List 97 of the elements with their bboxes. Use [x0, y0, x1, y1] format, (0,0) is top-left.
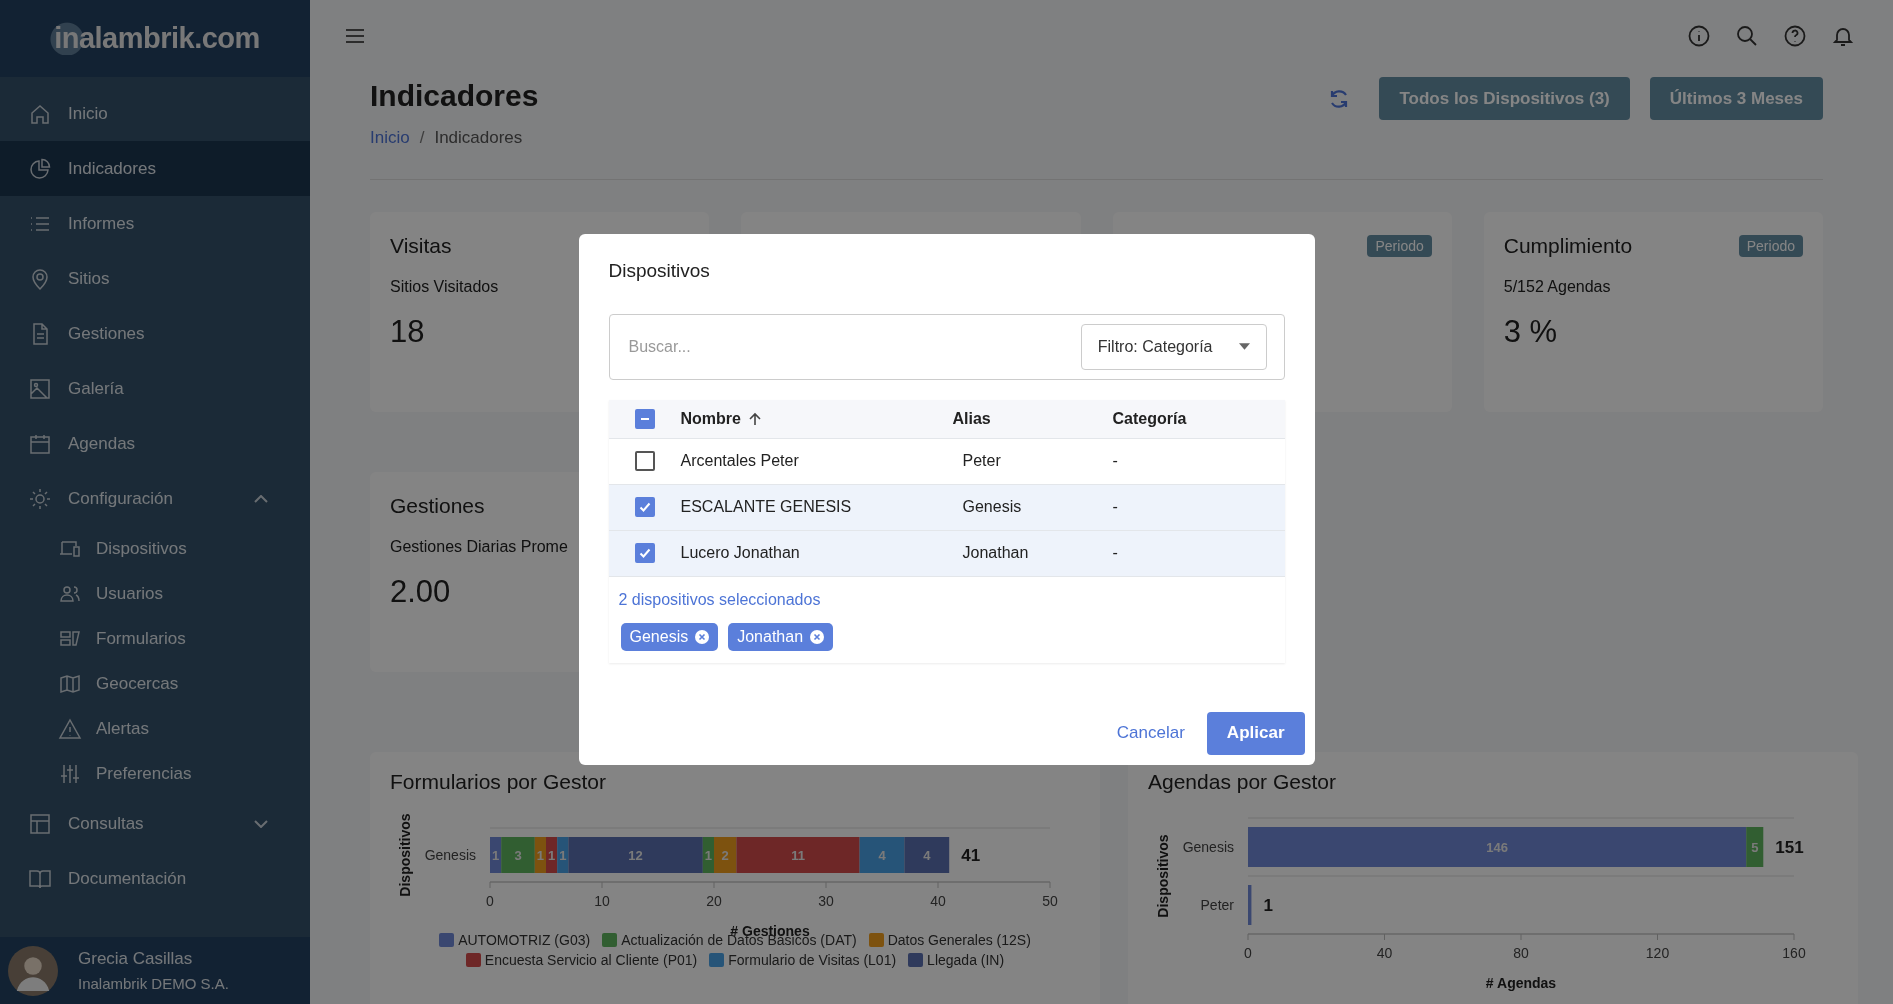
segment-value-label: 2 — [721, 848, 729, 863]
nav-subitem[interactable]: Formularios — [0, 616, 310, 661]
axis-tick-label: 10 — [594, 893, 610, 909]
axis-tick-label: 20 — [706, 893, 722, 909]
segment-value-label: 3 — [514, 848, 522, 863]
segment-value-label: 1 — [559, 848, 567, 863]
filter-button[interactable]: Últimos 3 Meses — [1649, 77, 1823, 120]
total-label: 41 — [961, 846, 981, 865]
axis-tick-label: 0 — [1244, 945, 1252, 961]
category-label: Genesis — [1182, 839, 1234, 855]
axis-tick-label: 80 — [1513, 945, 1529, 961]
segment-value-label: 1 — [704, 848, 712, 863]
filter-button[interactable]: Todos los Dispositivos (3) — [1379, 77, 1630, 120]
table-cell: Arcentales Peter — [680, 452, 799, 469]
user-name: Grecia Casillas — [78, 949, 194, 969]
nav-subitem[interactable]: Alertas — [0, 706, 310, 751]
y-axis-title: Dispositivos — [1155, 834, 1171, 918]
axis-tick-label: 50 — [1042, 893, 1058, 909]
apply-button[interactable]: Aplicar — [1206, 711, 1305, 755]
axis-tick-label: 120 — [1645, 945, 1670, 961]
table-cell: Jonathan — [962, 544, 1029, 561]
category-label: Genesis — [424, 847, 476, 863]
table-cell: Lucero Jonathan — [680, 544, 800, 561]
axis-tick-label: 40 — [930, 893, 946, 909]
card-value: 3 % — [1503, 314, 1558, 350]
column-header[interactable]: Alias — [952, 409, 991, 428]
table-cell: - — [1112, 452, 1118, 469]
chart-title: Formularios por Gestor — [390, 770, 607, 794]
device-chip[interactable]: Genesis — [620, 622, 719, 651]
legend-label[interactable]: Datos Generales (12S) — [887, 932, 1031, 948]
axis-tick-label: 30 — [818, 893, 834, 909]
table-row[interactable]: ESCALANTE GENESIS Genesis - — [608, 484, 1285, 531]
nav-item[interactable]: Documentación — [0, 851, 310, 906]
nav-item[interactable]: Indicadores — [0, 141, 310, 196]
breadcrumb-link[interactable]: Inicio — [370, 128, 410, 148]
dialog-title: Dispositivos — [608, 259, 711, 282]
segment-value-label: 1 — [492, 848, 500, 863]
segment-value-label: 146 — [1486, 840, 1508, 855]
legend-label[interactable]: Encuesta Servicio al Cliente (P01) — [484, 952, 698, 968]
segment-value-label: 4 — [923, 848, 931, 863]
y-axis-title: Dispositivos — [397, 813, 413, 897]
card-title: Cumplimiento — [1503, 234, 1633, 258]
table-cell: Genesis — [962, 498, 1022, 515]
card-value: 2.00 — [390, 574, 451, 610]
page-title: Indicadores — [370, 78, 539, 114]
segment-value-label: 4 — [878, 848, 886, 863]
chart-title: Agendas por Gestor — [1148, 770, 1337, 794]
table-row[interactable]: Lucero Jonathan Jonathan - — [608, 530, 1285, 577]
selection-summary[interactable]: 2 dispositivos seleccionados — [618, 590, 821, 609]
legend-label[interactable]: Formulario de Visitas (L01) — [728, 952, 897, 968]
card-title: Gestiones — [390, 494, 485, 518]
total-label: 151 — [1775, 838, 1804, 857]
breadcrumb-current: Indicadores — [434, 128, 523, 148]
card-value: 18 — [390, 314, 425, 350]
segment-value-label: 11 — [791, 848, 805, 863]
card-subtitle: Gestiones Diarias Prome — [390, 538, 568, 556]
segment-value-label: 12 — [628, 848, 643, 863]
nav-item[interactable]: Gestiones — [0, 306, 310, 361]
nav-item[interactable]: Inicio — [0, 86, 310, 141]
card-subtitle: 5/152 Agendas — [1503, 278, 1611, 296]
total-label: 1 — [1263, 896, 1273, 915]
segment-value-label: 5 — [1751, 840, 1759, 855]
period-badge: Periodo — [1367, 235, 1432, 257]
nav-item[interactable]: Informes — [0, 196, 310, 251]
nav-item[interactable]: Agendas — [0, 416, 310, 471]
legend-label[interactable]: Llegada (IN) — [927, 952, 1005, 968]
cancel-button[interactable]: Cancelar — [1110, 715, 1191, 751]
nav-item[interactable]: Configuración — [0, 471, 310, 526]
legend-label[interactable]: AUTOMOTRIZ (G03) — [458, 932, 591, 948]
breadcrumb-separator: / — [419, 128, 425, 148]
nav-subitem[interactable]: Geocercas — [0, 661, 310, 706]
x-axis-title: # Agendas — [1485, 975, 1557, 991]
table-cell: Peter — [962, 452, 1001, 469]
table-cell: - — [1112, 544, 1118, 561]
axis-tick-label: 40 — [1376, 945, 1393, 961]
segment-value-label: 1 — [536, 848, 544, 863]
nav-subitem[interactable]: Preferencias — [0, 751, 310, 796]
nav-item[interactable]: Consultas — [0, 796, 310, 851]
axis-tick-label: 0 — [486, 893, 494, 909]
nav-subitem[interactable]: Dispositivos — [0, 526, 310, 571]
card-title: Visitas — [390, 234, 452, 258]
column-header[interactable]: Categoría — [1112, 409, 1187, 428]
nav-subitem[interactable]: Usuarios — [0, 571, 310, 616]
card-subtitle: Sitios Visitados — [390, 278, 499, 296]
segment-value-label: 1 — [548, 848, 556, 863]
nav-item[interactable]: Galería — [0, 361, 310, 416]
category-label: Peter — [1200, 897, 1234, 913]
axis-tick-label: 160 — [1782, 945, 1806, 961]
device-chip[interactable]: Jonathan — [728, 622, 834, 651]
table-row[interactable]: Arcentales Peter Peter - — [608, 438, 1285, 485]
table-cell: ESCALANTE GENESIS — [680, 498, 852, 515]
table-cell: - — [1112, 498, 1118, 515]
period-badge: Periodo — [1738, 235, 1803, 257]
company-name: Inalambrik DEMO S.A. — [78, 975, 229, 992]
category-filter-dropdown[interactable]: Filtro: Categoría — [1080, 323, 1267, 370]
column-header[interactable]: Nombre — [680, 409, 763, 428]
nav-item[interactable]: Sitios — [0, 251, 310, 306]
